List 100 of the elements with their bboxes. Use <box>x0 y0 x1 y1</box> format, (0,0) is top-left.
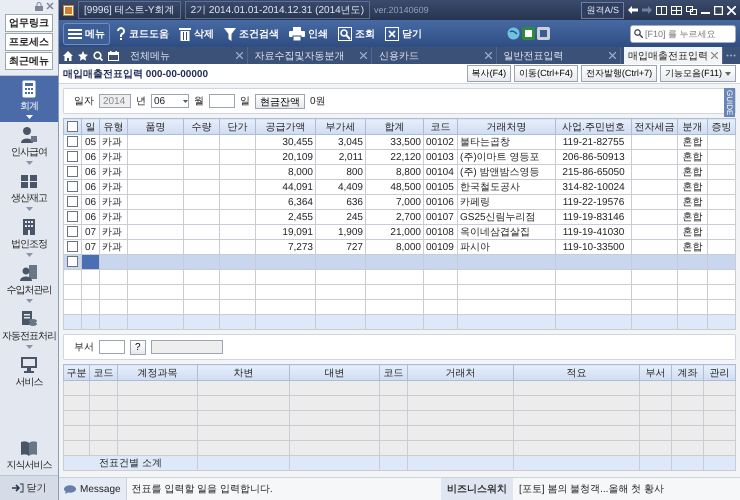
quick-link-button[interactable]: 프로세스 <box>5 33 53 51</box>
table-cell: 206-86-50913 <box>556 150 632 164</box>
close-icon <box>727 6 736 14</box>
action-button[interactable]: 전자발행(Ctrl+7) <box>580 65 658 82</box>
monitor-icon <box>20 356 38 374</box>
person-icon <box>20 126 38 144</box>
toolbar-button[interactable]: 삭제 <box>175 24 218 44</box>
table-cell: 119-21-82755 <box>556 134 632 150</box>
app-logo-icon <box>63 4 74 16</box>
checkbox[interactable] <box>67 226 78 238</box>
month-dropdown[interactable]: 06 <box>151 94 189 108</box>
quick-link-button[interactable]: 최근메뉴 <box>5 52 53 70</box>
department-name-field[interactable] <box>150 340 223 354</box>
column-header: 합계 <box>366 118 424 134</box>
quick-link-button[interactable]: 업무링크 <box>5 14 53 32</box>
table-cell: 1,909 <box>316 224 366 240</box>
sidebar-item[interactable]: 법인조정 <box>0 214 58 260</box>
caret-icon <box>26 299 32 303</box>
table-cell: 119-22-19576 <box>556 194 632 210</box>
checkbox[interactable] <box>67 211 78 222</box>
spreadsheet-icon <box>522 27 534 40</box>
sidebar-item[interactable]: 지식서비스 <box>0 435 58 475</box>
sidebar-item[interactable]: 인사급여 <box>0 122 58 168</box>
toolbar-button[interactable]: 조건검색 <box>220 24 283 44</box>
toolbar-button[interactable]: 메뉴 <box>63 22 110 44</box>
action-button[interactable]: 이동(Ctrl+F4) <box>514 65 578 82</box>
table-row[interactable]: 06 카과 6,364 636 7,000 00106 카페링 119-22-19576 혼합 <box>64 194 736 210</box>
search-icon <box>338 26 352 40</box>
toolbar-button[interactable]: 조회 <box>334 24 379 44</box>
news-headline[interactable]: [포토] 봄의 불청객...올해 첫 황사 <box>513 482 740 496</box>
table-row[interactable]: 06 카과 20,109 2,011 22,120 00103 (주)이마트 영등포 206-86-50913 혼합 <box>64 150 736 164</box>
checkbox[interactable] <box>67 256 78 268</box>
table-row[interactable] <box>64 254 736 270</box>
table-cell: (주)이마트 영등포 <box>458 150 556 164</box>
lock-icon <box>35 2 43 11</box>
caret-icon <box>725 72 731 76</box>
help-button[interactable]: ? <box>130 340 146 354</box>
help-icon <box>116 26 126 40</box>
tab[interactable]: 매입매출전표입력 <box>624 47 723 64</box>
table-cell: 00107 <box>424 210 458 224</box>
close-icon <box>385 26 399 40</box>
cash-balance-button[interactable]: 현금잔액 <box>255 94 305 108</box>
caret-icon <box>26 115 32 119</box>
remote-support-button[interactable]: 원격A/S <box>581 2 624 18</box>
close-menu-button[interactable]: 닫기 <box>0 475 58 500</box>
sidebar-item[interactable]: 서비스 <box>0 352 58 392</box>
table-cell: 05 <box>82 134 100 150</box>
sidebar-item[interactable]: 생산재고 <box>0 168 58 214</box>
column-header: 일 <box>82 118 100 134</box>
table-cell: 카과 <box>100 150 128 164</box>
calendar-icon <box>108 50 119 60</box>
column-header: 거래처명 <box>458 118 556 134</box>
checkbox[interactable] <box>67 120 78 132</box>
action-button[interactable]: 복사(F4) <box>466 65 512 82</box>
checkbox[interactable] <box>67 181 78 192</box>
search-field[interactable]: [F10] 를 누르세요 <box>630 24 736 42</box>
minimize-icon <box>701 12 710 14</box>
checkbox[interactable] <box>67 151 78 162</box>
close-icon <box>711 52 718 59</box>
sidebar-item[interactable]: 회계 <box>0 76 58 122</box>
table-row[interactable]: 06 카과 8,000 800 8,800 00104 (주) 밤앤밤스영등 215-86-65050 혼합 <box>64 164 736 180</box>
globe-icon <box>506 27 520 40</box>
table-row[interactable]: 06 카과 44,091 4,409 48,500 00105 한국철도공사 314-82-10024 혼합 <box>64 180 736 194</box>
table-cell: 119-19-41030 <box>556 224 632 240</box>
checkbox[interactable] <box>67 166 78 178</box>
table-cell: GS25신림누리점 <box>458 210 556 224</box>
document-stack-icon <box>20 310 38 328</box>
table-row[interactable]: 06 카과 2,455 245 2,700 00107 GS25신림누리점 119-19-83146 혼합 <box>64 210 736 224</box>
table-cell: 옥이네삼겹살집 <box>458 224 556 240</box>
table-cell: 불타는곱창 <box>458 134 556 150</box>
document-icon <box>536 27 550 40</box>
table-cell: 카페링 <box>458 194 556 210</box>
checkbox[interactable] <box>67 196 78 208</box>
toolbar-button[interactable]: 인쇄 <box>285 24 332 44</box>
sidebar-item[interactable]: 자동전표처리 <box>0 306 58 352</box>
table-cell: 636 <box>316 194 366 210</box>
company-name: [9996] 테스트-Y회계 <box>78 1 181 19</box>
checkbox[interactable] <box>67 136 78 148</box>
table-cell: 00102 <box>424 134 458 150</box>
day-field[interactable] <box>209 94 235 108</box>
checkbox[interactable] <box>67 241 78 252</box>
sidebar-item[interactable]: 수입처관리 <box>0 260 58 306</box>
column-header: 단가 <box>220 118 256 134</box>
close-icon <box>484 52 492 59</box>
table-cell: 00103 <box>424 150 458 164</box>
table-cell: 06 <box>82 210 100 224</box>
action-button[interactable]: 기능모음(F11) <box>660 65 736 82</box>
close-icon <box>609 52 616 59</box>
table-cell: 22,120 <box>366 150 424 164</box>
table-row[interactable]: 07 카과 19,091 1,909 21,000 00108 옥이네삼겹살집 119-19-41030 혼합 <box>64 224 736 240</box>
toolbar-button[interactable]: 닫기 <box>381 24 426 44</box>
table-row[interactable]: 05 카과 30,455 3,045 33,500 00102 불타는곱창 119-21-82755 혼합 <box>64 134 736 150</box>
fiscal-period: 2기 2014.01.01-2014.12.31 (2014년도) <box>184 1 370 19</box>
date-label: 일자 <box>74 95 94 108</box>
guide-tab[interactable]: GUIDE <box>724 88 735 118</box>
column-header: 차변 <box>198 364 290 380</box>
toolbar-button[interactable]: 코드도움 <box>112 24 173 44</box>
column-header: 부서 <box>640 364 672 380</box>
department-code-field[interactable] <box>99 340 125 354</box>
table-cell: 혼합 <box>678 164 708 180</box>
